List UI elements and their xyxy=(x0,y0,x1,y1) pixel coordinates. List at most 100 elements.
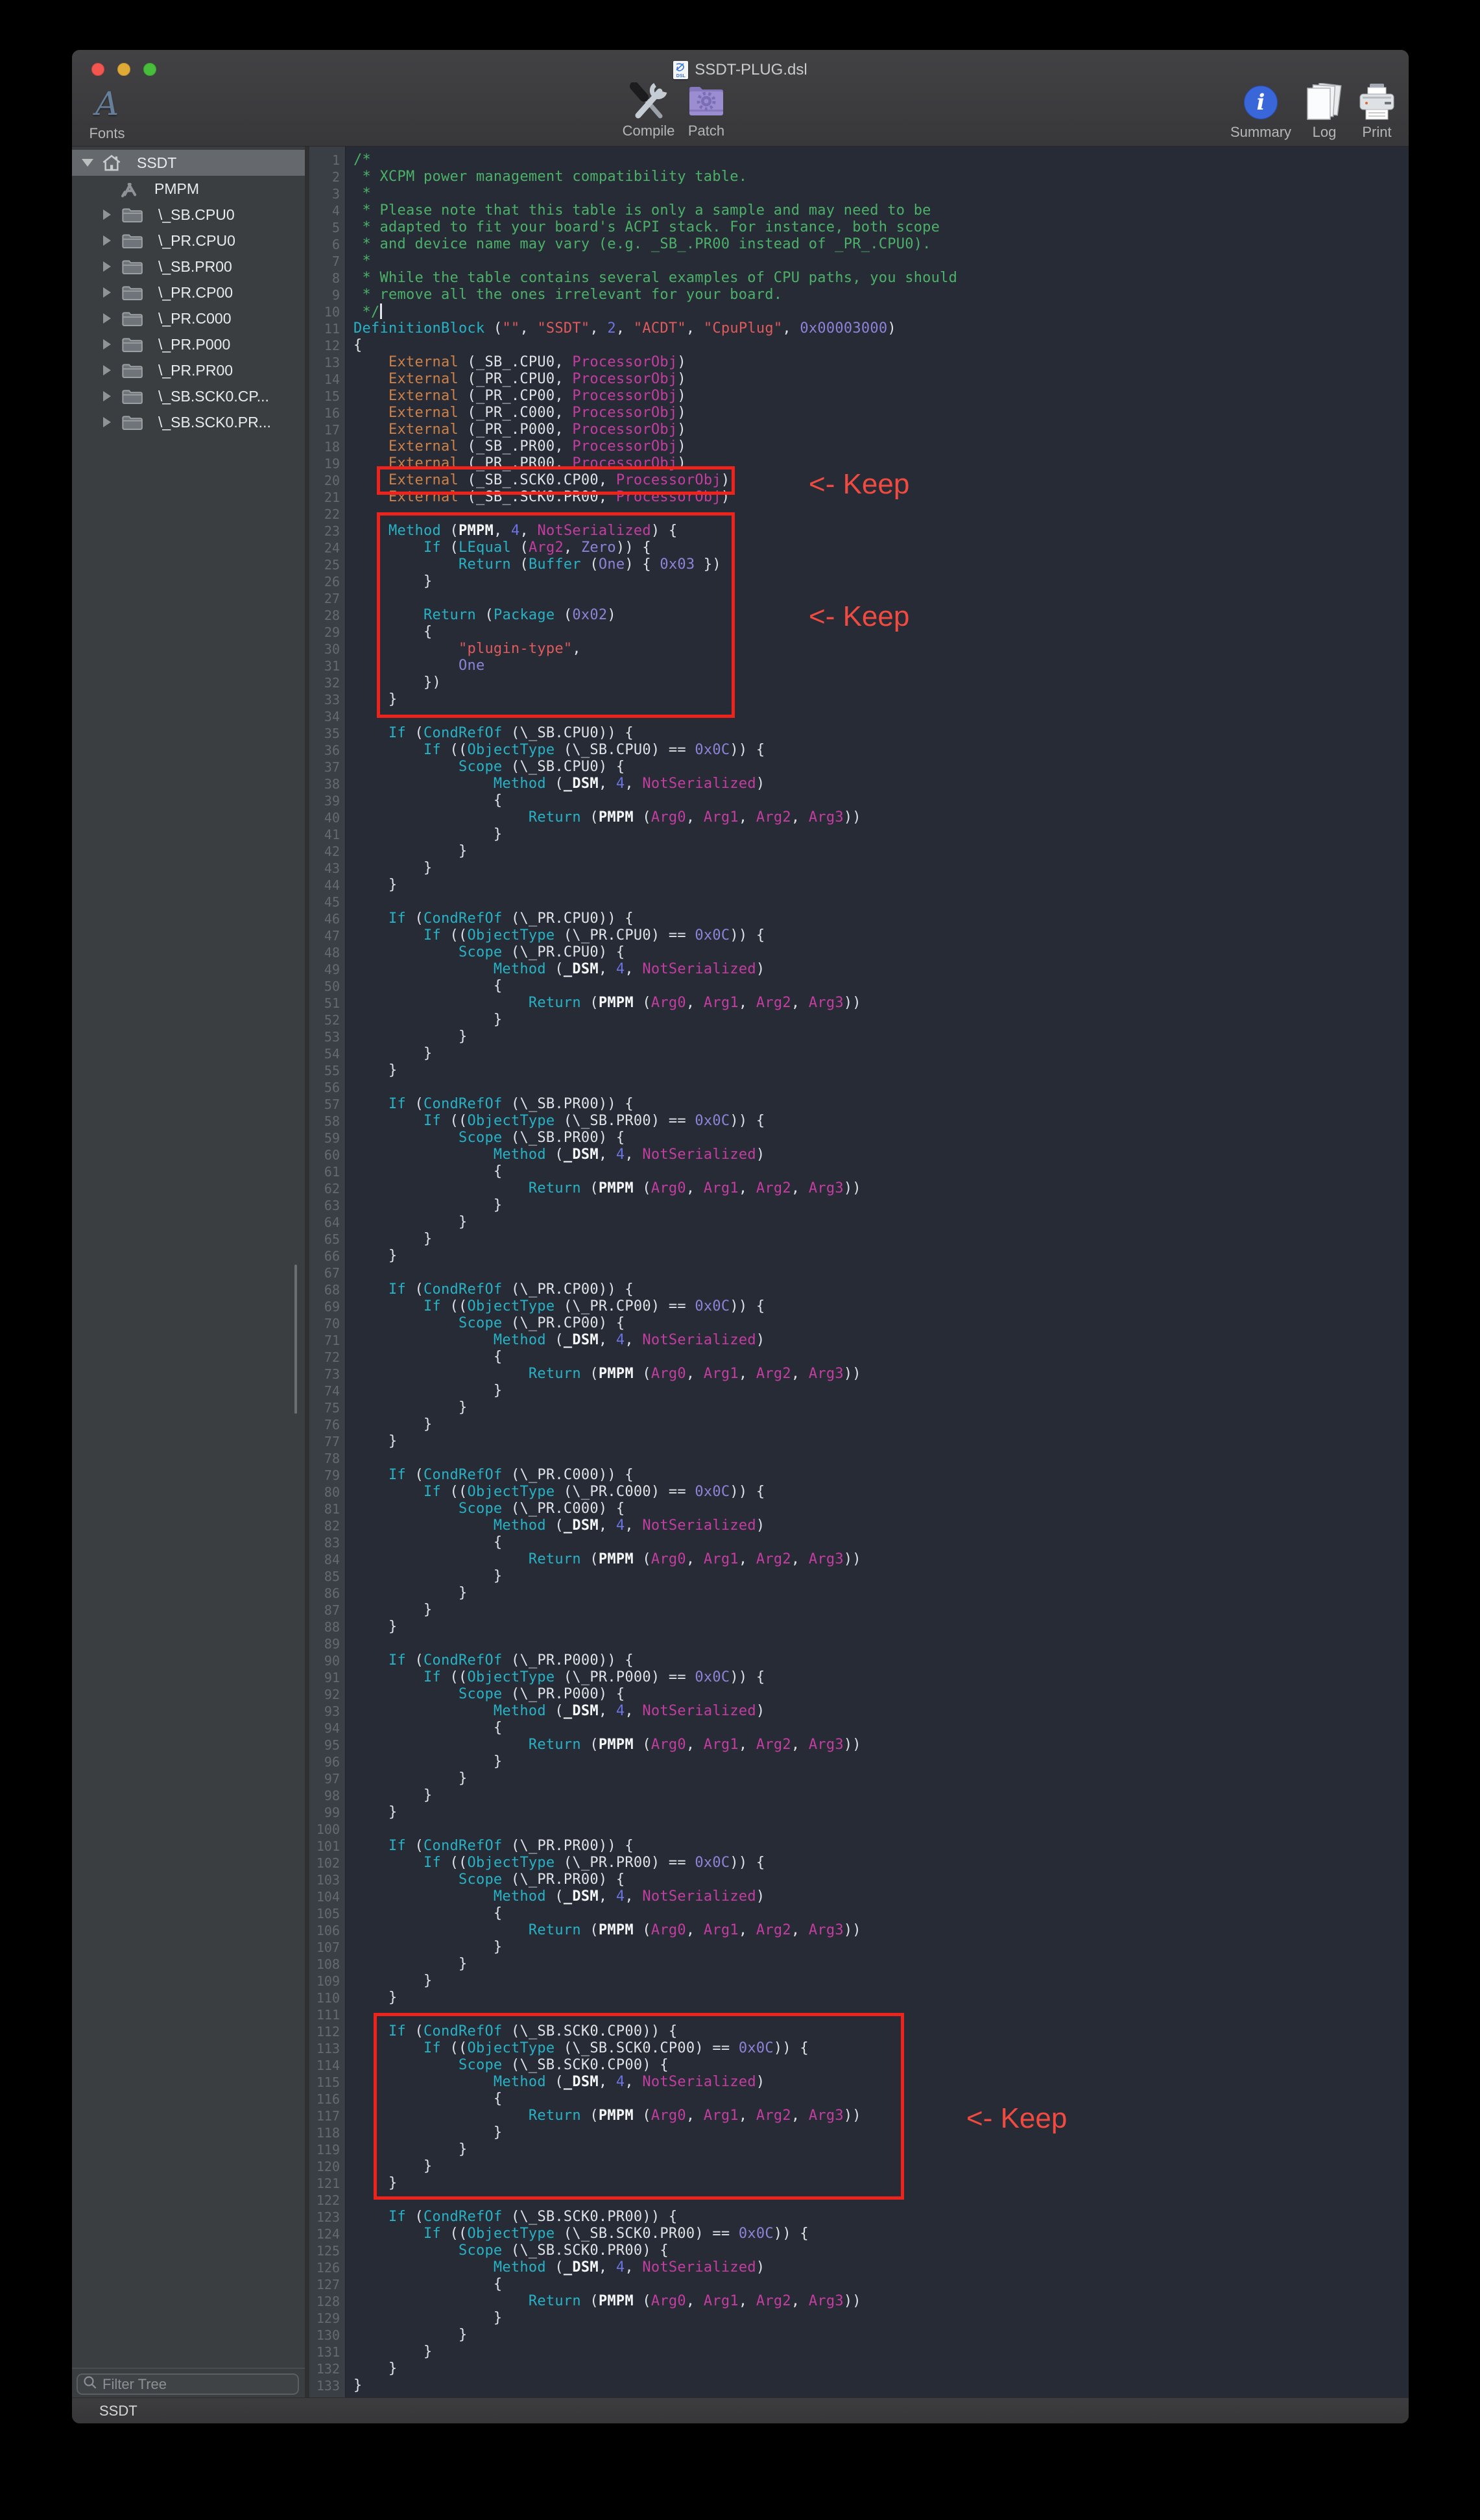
line-number: 55 xyxy=(309,1062,346,1079)
line-number: 124 xyxy=(309,2226,346,2242)
chevron-right-icon[interactable] xyxy=(103,339,111,350)
fonts-button[interactable]: A Fonts xyxy=(77,85,137,142)
chevron-right-icon[interactable] xyxy=(103,313,111,324)
line-number: 16 xyxy=(309,405,346,422)
print-button[interactable]: Print xyxy=(1344,84,1409,141)
split-divider[interactable] xyxy=(305,147,309,2397)
line-number: 86 xyxy=(309,1585,346,1602)
sidebar-item-prcpu0[interactable]: \_PR.CPU0 xyxy=(72,228,305,254)
home-icon xyxy=(101,153,123,172)
log-icon xyxy=(1300,84,1349,121)
line-number: 44 xyxy=(309,877,346,894)
sidebar-item-ssdt[interactable]: SSDT xyxy=(72,150,305,176)
fonts-icon: A xyxy=(95,87,119,121)
line-number: 27 xyxy=(309,590,346,607)
code-line: 75 } xyxy=(309,1399,1409,1416)
sidebar-item-label: \_SB.PR00 xyxy=(158,258,232,276)
code-line: 35 If (CondRefOf (\_SB.CPU0)) { xyxy=(309,725,1409,742)
line-number: 66 xyxy=(309,1248,346,1265)
code-line: 97 } xyxy=(309,1770,1409,1787)
sidebar-item-prcp00[interactable]: \_PR.CP00 xyxy=(72,279,305,305)
line-number: 37 xyxy=(309,759,346,776)
sidebar: SSDTPMPM\_SB.CPU0\_PR.CPU0 \_SB.PR00 \_PR.… xyxy=(72,147,305,2397)
line-number: 110 xyxy=(309,1990,346,2006)
line-number: 45 xyxy=(309,894,346,910)
line-number: 75 xyxy=(309,1399,346,1416)
line-number: 130 xyxy=(309,2327,346,2344)
sidebar-item-prc000[interactable]: \_PR.C000 xyxy=(72,305,305,331)
split-divider-handle[interactable] xyxy=(294,1265,297,1414)
line-number: 106 xyxy=(309,1922,346,1939)
line-number: 93 xyxy=(309,1703,346,1720)
line-number: 33 xyxy=(309,691,346,708)
code-line: 93 Method (_DSM, 4, NotSerialized) xyxy=(309,1703,1409,1720)
line-number: 36 xyxy=(309,742,346,759)
folder-icon xyxy=(121,310,144,327)
print-label: Print xyxy=(1344,124,1409,141)
filter-tree-input[interactable] xyxy=(102,2376,258,2393)
chevron-down-icon[interactable] xyxy=(82,159,93,167)
line-number: 41 xyxy=(309,826,346,843)
line-number: 71 xyxy=(309,1332,346,1349)
line-number: 133 xyxy=(309,2377,346,2394)
line-number: 22 xyxy=(309,506,346,523)
chevron-right-icon[interactable] xyxy=(103,261,111,272)
line-number: 14 xyxy=(309,371,346,388)
patch-button[interactable]: Patch xyxy=(674,82,739,139)
code-line: 6 * and device name may vary (e.g. _SB_.… xyxy=(309,236,1409,253)
folder-icon xyxy=(121,388,144,405)
line-number: 125 xyxy=(309,2242,346,2259)
code-line: 87 } xyxy=(309,1602,1409,1619)
code-line: 41 } xyxy=(309,826,1409,843)
code-line: 49 Method (_DSM, 4, NotSerialized) xyxy=(309,961,1409,978)
code-line: 3 * xyxy=(309,185,1409,202)
line-number: 81 xyxy=(309,1501,346,1517)
chevron-right-icon[interactable] xyxy=(103,365,111,375)
sidebar-item-sbsck0cp[interactable]: \_SB.SCK0.CP... xyxy=(72,383,305,409)
sidebar-item-label: \_SB.SCK0.PR... xyxy=(158,414,271,431)
keep-annotation-box xyxy=(377,466,735,495)
sidebar-item-prp000[interactable]: \_PR.P000 xyxy=(72,331,305,357)
line-number: 6 xyxy=(309,236,346,253)
line-number: 52 xyxy=(309,1012,346,1028)
chevron-right-icon[interactable] xyxy=(103,235,111,246)
code-line: 86 } xyxy=(309,1585,1409,1602)
code-line: 11DefinitionBlock ("", "SSDT", 2, "ACDT"… xyxy=(309,320,1409,337)
log-button[interactable]: Log xyxy=(1300,84,1349,141)
code-line: 103 Scope (\_PR.PR00) { xyxy=(309,1872,1409,1888)
line-number: 117 xyxy=(309,2108,346,2124)
sidebar-item-sbcpu0[interactable]: \_SB.CPU0 xyxy=(72,202,305,228)
sidebar-item-pmpm[interactable]: PMPM xyxy=(72,176,305,202)
sidebar-item-sbpr00[interactable]: \_SB.PR00 xyxy=(72,254,305,279)
chevron-right-icon[interactable] xyxy=(103,287,111,298)
summary-button[interactable]: i Summary xyxy=(1214,84,1307,141)
sidebar-item-sbsck0pr[interactable]: \_SB.SCK0.PR... xyxy=(72,409,305,435)
line-number: 91 xyxy=(309,1669,346,1686)
line-number: 70 xyxy=(309,1315,346,1332)
code-line: 10 */ xyxy=(309,303,1409,320)
line-number: 84 xyxy=(309,1551,346,1568)
line-number: 4 xyxy=(309,202,346,219)
chevron-right-icon[interactable] xyxy=(103,391,111,401)
filter-field[interactable] xyxy=(77,2373,299,2395)
code-line: 94 { xyxy=(309,1720,1409,1737)
chevron-right-icon[interactable] xyxy=(103,417,111,427)
sidebar-item-label: \_PR.C000 xyxy=(158,310,232,327)
code-line: 53 } xyxy=(309,1028,1409,1045)
code-line: 99 } xyxy=(309,1804,1409,1821)
code-line: 1/* xyxy=(309,152,1409,169)
line-number: 8 xyxy=(309,270,346,287)
sidebar-item-prpr00[interactable]: \_PR.PR00 xyxy=(72,357,305,383)
line-number: 101 xyxy=(309,1838,346,1855)
chevron-right-icon[interactable] xyxy=(103,209,111,220)
line-number: 10 xyxy=(309,303,346,320)
code-line: 77 } xyxy=(309,1433,1409,1450)
code-line: 63 } xyxy=(309,1197,1409,1214)
code-line: 2 * XCPM power management compatibility … xyxy=(309,169,1409,185)
line-number: 5 xyxy=(309,219,346,236)
line-number: 26 xyxy=(309,573,346,590)
line-number: 116 xyxy=(309,2091,346,2108)
code-line: 133} xyxy=(309,2377,1409,2394)
line-number: 111 xyxy=(309,2006,346,2023)
line-number: 72 xyxy=(309,1349,346,1366)
